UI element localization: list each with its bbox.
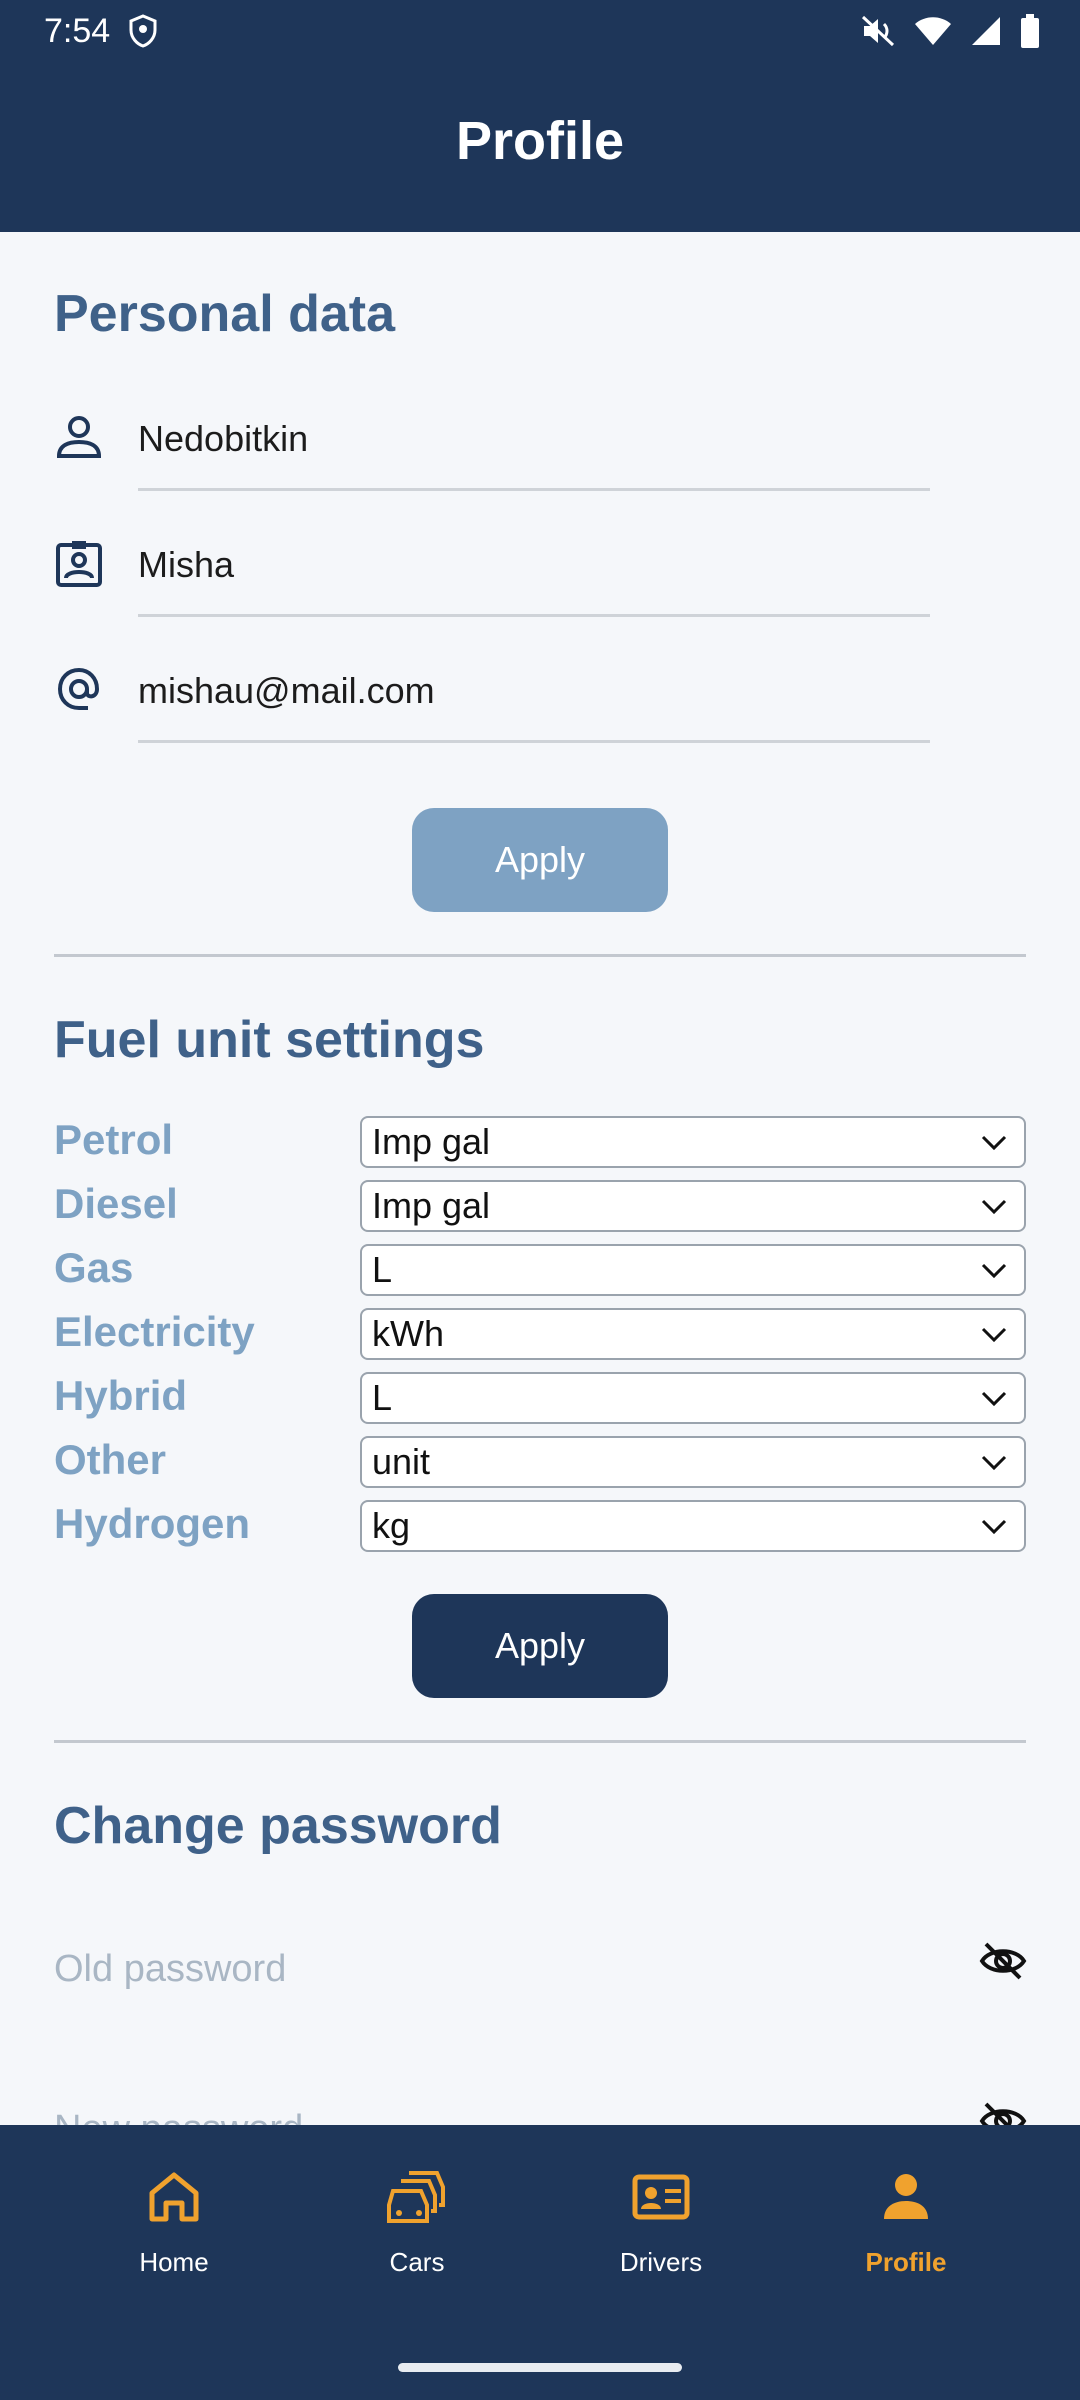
electricity-unit-value: kWh (372, 1313, 444, 1354)
chevron-down-icon (981, 1327, 1007, 1343)
electricity-unit-select[interactable]: kWh (360, 1308, 1026, 1360)
last-name-underline (138, 488, 930, 491)
email-field[interactable]: mishau@mail.com (54, 648, 930, 748)
person-icon (56, 416, 102, 458)
old-password-input[interactable]: Old password (54, 1948, 286, 1991)
chevron-down-icon (981, 1519, 1007, 1535)
section-divider (54, 954, 1026, 957)
first-name-underline (138, 614, 930, 617)
shield-icon (129, 14, 157, 48)
nav-label-drivers: Drivers (619, 2247, 703, 2277)
mute-icon (861, 15, 895, 47)
fuel-label-gas: Gas (54, 1244, 134, 1291)
profile-icon (884, 2174, 928, 2219)
other-unit-select[interactable]: unit (360, 1436, 1026, 1488)
personal-apply-button[interactable]: Apply (412, 808, 668, 912)
bottom-navigation: Home Cars Drivers Profile (0, 2125, 1080, 2400)
status-bar: 7:54 (0, 0, 1080, 62)
diesel-unit-value: Imp gal (372, 1185, 491, 1226)
wifi-icon (915, 17, 951, 45)
nav-label-profile: Profile (865, 2247, 947, 2277)
nav-item-cars[interactable]: Cars (317, 2165, 517, 2305)
cars-icon (387, 2171, 445, 2223)
signal-icon (972, 17, 1000, 45)
chevron-down-icon (981, 1263, 1007, 1279)
email-underline (138, 740, 930, 743)
nav-item-drivers[interactable]: Drivers (561, 2165, 761, 2305)
home-icon (149, 2172, 199, 2222)
drivers-icon (632, 2174, 690, 2220)
at-sign-icon (57, 667, 100, 710)
eye-off-icon[interactable] (978, 2096, 1028, 2125)
other-unit-value: unit (372, 1441, 431, 1482)
hybrid-unit-value: L (372, 1377, 393, 1418)
fuel-label-other: Other (54, 1436, 167, 1483)
nav-item-profile[interactable]: Profile (806, 2165, 1006, 2305)
id-badge-icon (56, 541, 102, 587)
profile-content[interactable]: Personal data Nedobitkin Misha mishau@ma… (0, 232, 1080, 2125)
status-time: 7:54 (44, 12, 111, 50)
home-indicator[interactable] (398, 2363, 682, 2372)
status-icons (860, 14, 1040, 48)
page-title: Profile (455, 111, 625, 171)
nav-label-cars: Cars (389, 2247, 445, 2277)
fuel-apply-button[interactable]: Apply (412, 1594, 668, 1698)
gas-unit-select[interactable]: L (360, 1244, 1026, 1296)
app-bar: Profile (0, 62, 1080, 232)
fuel-unit-settings-title: Fuel unit settings (54, 1011, 485, 1069)
hydrogen-unit-value: kg (372, 1505, 411, 1546)
fuel-label-hybrid: Hybrid (54, 1372, 188, 1419)
fuel-label-petrol: Petrol (54, 1116, 174, 1163)
change-password-title: Change password (54, 1797, 502, 1855)
gas-unit-value: L (372, 1249, 393, 1290)
section-divider (54, 1740, 1026, 1743)
hybrid-unit-select[interactable]: L (360, 1372, 1026, 1424)
first-name-field[interactable]: Misha (54, 522, 930, 622)
personal-data-title: Personal data (54, 285, 396, 343)
chevron-down-icon (981, 1199, 1007, 1215)
email-value[interactable]: mishau@mail.com (138, 670, 435, 712)
fuel-label-electricity: Electricity (54, 1308, 255, 1355)
fuel-label-hydrogen: Hydrogen (54, 1500, 251, 1547)
petrol-unit-select[interactable]: Imp gal (360, 1116, 1026, 1168)
diesel-unit-select[interactable]: Imp gal (360, 1180, 1026, 1232)
first-name-value[interactable]: Misha (138, 544, 234, 586)
chevron-down-icon (981, 1391, 1007, 1407)
last-name-value[interactable]: Nedobitkin (138, 418, 308, 460)
eye-off-icon[interactable] (978, 1936, 1028, 1986)
chevron-down-icon (981, 1135, 1007, 1151)
new-password-input[interactable]: New password (54, 2108, 303, 2125)
last-name-field[interactable]: Nedobitkin (54, 396, 930, 496)
hydrogen-unit-select[interactable]: kg (360, 1500, 1026, 1552)
battery-icon (1021, 14, 1039, 48)
fuel-label-diesel: Diesel (54, 1180, 178, 1227)
nav-label-home: Home (139, 2247, 209, 2277)
petrol-unit-value: Imp gal (372, 1121, 491, 1162)
nav-item-home[interactable]: Home (74, 2165, 274, 2305)
chevron-down-icon (981, 1455, 1007, 1471)
